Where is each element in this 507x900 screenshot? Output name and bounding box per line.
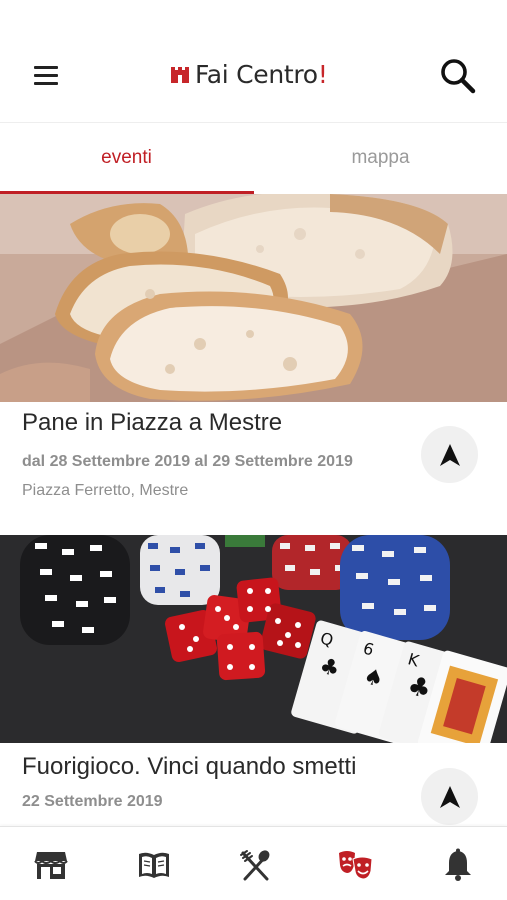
event-title[interactable]: Fuorigioco. Vinci quando smetti — [22, 753, 356, 781]
navigation-arrow-icon — [440, 444, 460, 466]
tab-eventi[interactable]: eventi — [0, 123, 253, 195]
menu-line — [34, 82, 58, 85]
nav-notifications[interactable] — [440, 847, 476, 883]
menu-line — [34, 66, 58, 69]
event-image-bread[interactable] — [0, 194, 507, 402]
tower-logo-icon — [171, 67, 189, 83]
search-icon — [441, 59, 476, 94]
theater-masks-icon — [339, 851, 373, 880]
search-button[interactable] — [436, 54, 480, 96]
app-logo: Fai Centro! — [170, 56, 328, 92]
tab-mappa[interactable]: mappa — [254, 123, 507, 195]
tab-bar: eventi mappa — [0, 122, 507, 195]
event-place: Piazza Ferretto, Mestre — [22, 482, 189, 499]
event-image-casino[interactable]: Q 6 K ♣ ♠ ♣ — [0, 535, 507, 743]
app-title-text: Fai Centro — [195, 59, 318, 89]
navigation-arrow-icon — [440, 786, 460, 808]
app-header: Fai Centro! — [0, 0, 507, 122]
nav-shop[interactable] — [33, 847, 69, 883]
app-title: Fai Centro! — [195, 60, 328, 89]
app-title-bang: ! — [317, 59, 328, 89]
hamburger-menu-button[interactable] — [28, 58, 64, 90]
event-card[interactable]: Pane in Piazza a Mestre dal 28 Settembre… — [0, 194, 507, 534]
event-dates: dal 28 Settembre 2019 al 29 Settembre 20… — [22, 453, 353, 470]
event-card[interactable]: Q 6 K ♣ ♠ ♣ Fuorigioco. Vinci quando sme… — [0, 535, 507, 825]
shop-icon — [34, 852, 68, 879]
navigate-button[interactable] — [421, 426, 478, 483]
bread-photo — [0, 194, 507, 402]
nav-book[interactable] — [136, 847, 172, 883]
book-icon — [139, 852, 169, 878]
nav-events[interactable] — [337, 847, 373, 883]
nav-food[interactable] — [237, 847, 273, 883]
bell-icon — [445, 848, 471, 881]
menu-line — [34, 74, 58, 77]
casino-chips-dice-cards-photo: Q 6 K ♣ ♠ ♣ — [0, 535, 507, 743]
fork-spoon-icon — [240, 850, 270, 881]
navigate-button[interactable] — [421, 768, 478, 825]
event-title[interactable]: Pane in Piazza a Mestre — [22, 409, 282, 437]
bottom-nav-bar — [0, 826, 507, 900]
event-dates: 22 Settembre 2019 — [22, 793, 163, 810]
